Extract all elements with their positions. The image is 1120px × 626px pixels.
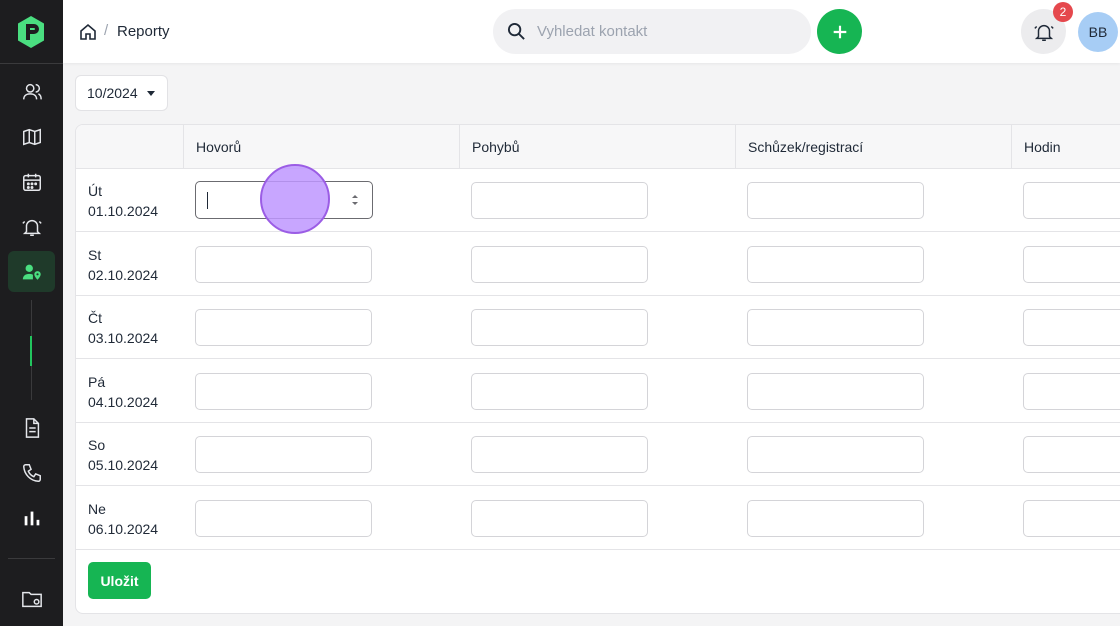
day-date: 03.10.2024 (88, 330, 159, 346)
column-header-date (76, 125, 183, 169)
add-button[interactable] (817, 9, 862, 54)
meetings-input[interactable] (747, 182, 924, 219)
movements-input[interactable] (471, 373, 648, 410)
hours-input[interactable] (1023, 436, 1120, 473)
topbar: / Reporty 2 BB (63, 0, 1120, 63)
calls-input[interactable] (195, 500, 372, 537)
movements-input[interactable] (471, 182, 648, 219)
notification-badge: 2 (1053, 2, 1073, 22)
phone-icon[interactable] (20, 461, 44, 485)
text-cursor (207, 192, 208, 209)
map-icon[interactable] (20, 125, 44, 149)
table-row: Út 01.10.2024 (76, 169, 1120, 232)
click-indicator (260, 164, 330, 234)
day-date: 01.10.2024 (88, 203, 159, 219)
day-cell: Čt 03.10.2024 (88, 308, 158, 348)
table-row: Ne 06.10.2024 (76, 487, 1120, 550)
movements-input[interactable] (471, 309, 648, 346)
bar-chart-icon[interactable] (20, 506, 44, 530)
column-header-meetings: Schůzek/registrací (735, 125, 1011, 169)
column-header-hours: Hodin (1011, 125, 1120, 169)
day-cell: Út 01.10.2024 (88, 181, 158, 221)
chevron-down-icon (147, 91, 155, 96)
sidebar (0, 0, 63, 626)
calls-input[interactable] (195, 373, 372, 410)
search-input[interactable] (537, 9, 797, 54)
table-row: Pá 04.10.2024 (76, 360, 1120, 423)
meetings-input[interactable] (747, 436, 924, 473)
hours-input[interactable] (1023, 182, 1120, 219)
plus-icon (833, 25, 846, 38)
day-name: Ne (88, 501, 106, 517)
folder-settings-icon[interactable] (20, 587, 44, 611)
search-icon (507, 22, 526, 41)
day-cell: Ne 06.10.2024 (88, 499, 158, 539)
sidebar-divider-bottom (8, 558, 55, 559)
day-cell: So 05.10.2024 (88, 435, 158, 475)
user-location-icon[interactable] (20, 260, 44, 284)
home-icon[interactable] (79, 23, 97, 41)
movements-input[interactable] (471, 436, 648, 473)
search-box[interactable] (493, 9, 811, 54)
movements-input[interactable] (471, 246, 648, 283)
document-icon[interactable] (20, 416, 44, 440)
table-row: Čt 03.10.2024 (76, 296, 1120, 359)
bell-alert-icon[interactable] (20, 215, 44, 239)
month-select[interactable]: 10/2024 (75, 75, 168, 111)
meetings-input[interactable] (747, 373, 924, 410)
calls-input[interactable] (195, 436, 372, 473)
table-row: St 02.10.2024 (76, 233, 1120, 296)
meetings-input[interactable] (747, 246, 924, 283)
day-name: Pá (88, 374, 106, 390)
avatar[interactable]: BB (1078, 12, 1118, 52)
day-name: So (88, 437, 106, 453)
calls-input[interactable] (195, 309, 372, 346)
report-table: Hovorů Pohybů Schůzek/registrací Hodin Ú… (75, 124, 1120, 614)
month-select-value: 10/2024 (87, 85, 138, 101)
sidebar-divider (0, 63, 63, 64)
day-date: 04.10.2024 (88, 394, 159, 410)
calls-input[interactable] (195, 246, 372, 283)
day-cell: St 02.10.2024 (88, 245, 158, 285)
breadcrumb-separator: / (104, 22, 109, 39)
day-date: 05.10.2024 (88, 457, 159, 473)
save-button[interactable]: Uložit (88, 562, 151, 599)
submenu-active-indicator (30, 336, 32, 366)
table-header: Hovorů Pohybů Schůzek/registrací Hodin (76, 125, 1120, 169)
table-row: So 05.10.2024 (76, 423, 1120, 486)
bell-alert-icon (1033, 24, 1054, 41)
meetings-input[interactable] (747, 500, 924, 537)
day-name: St (88, 247, 102, 263)
day-name: Čt (88, 310, 102, 326)
day-name: Út (88, 183, 102, 199)
app-logo[interactable] (16, 15, 46, 49)
day-date: 06.10.2024 (88, 521, 159, 537)
hours-input[interactable] (1023, 500, 1120, 537)
hours-input[interactable] (1023, 309, 1120, 346)
column-header-movements: Pohybů (459, 125, 735, 169)
spinner-icon[interactable] (349, 190, 361, 210)
hours-input[interactable] (1023, 246, 1120, 283)
column-header-calls: Hovorů (183, 125, 459, 169)
hours-input[interactable] (1023, 373, 1120, 410)
movements-input[interactable] (471, 500, 648, 537)
day-date: 02.10.2024 (88, 267, 159, 283)
calendar-icon[interactable] (20, 170, 44, 194)
breadcrumb-current: Reporty (117, 23, 170, 40)
day-cell: Pá 04.10.2024 (88, 372, 158, 412)
contacts-icon[interactable] (20, 80, 44, 104)
meetings-input[interactable] (747, 309, 924, 346)
